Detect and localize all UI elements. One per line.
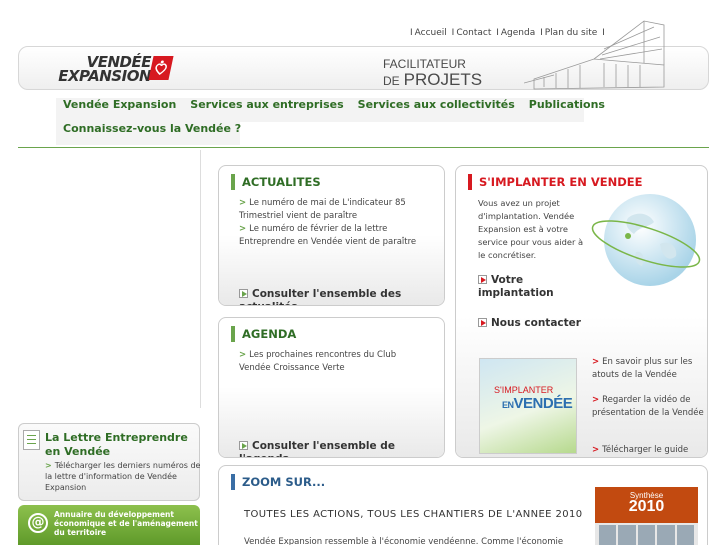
vendee-hearts-icon: [148, 56, 174, 80]
cover-text-1: S'IMPLANTER: [494, 385, 554, 395]
atouts-link[interactable]: > En savoir plus sur les atouts de la Ven…: [592, 356, 704, 382]
play-arrow-icon: [239, 289, 248, 298]
play-arrow-icon: [239, 441, 248, 450]
chevron-right-icon: >: [239, 198, 247, 208]
agenda-item-text: Les prochaines rencontres du Club Vendée…: [239, 350, 397, 373]
chevron-right-icon: >: [592, 445, 600, 455]
atouts-text: En savoir plus sur les atouts de la Vend…: [592, 357, 693, 380]
toplink-contact[interactable]: Contact: [456, 28, 491, 38]
play-arrow-icon: [478, 275, 487, 284]
at-sign-icon: @: [28, 513, 48, 533]
header-divider: [18, 147, 709, 148]
vendee-expansion-logo[interactable]: VENDÉE EXPANSION: [51, 53, 174, 85]
newsletter-icon: [23, 430, 40, 450]
chevron-right-icon: >: [239, 350, 247, 360]
actualite-item[interactable]: > Le numéro de mai de L'indicateur 85 Tri…: [239, 197, 429, 223]
synthese-year: 2010: [628, 498, 665, 515]
synthese-2010-cover[interactable]: Synthèse 2010: [595, 487, 698, 545]
guide-cover-image[interactable]: S'IMPLANTER ENVENDÉE: [479, 358, 577, 454]
logo-text-expansion: EXPANSION: [58, 67, 151, 85]
lettre-title: La Lettre Entreprendre en Vendée: [45, 431, 188, 458]
building-sketch-illustration: [524, 20, 665, 90]
nav-publications[interactable]: Publications: [522, 98, 612, 122]
tagline-de: DE: [383, 74, 400, 88]
telecharger-guide-link[interactable]: > Télécharger le guide: [592, 444, 704, 457]
nav-services-entreprises[interactable]: Services aux entreprises: [183, 98, 350, 122]
votre-implantation-text: Votre implantation: [478, 274, 554, 299]
consulter-actualites-link[interactable]: Consulter l'ensemble des actualités: [239, 288, 439, 305]
toplink-accueil[interactable]: Accueil: [415, 28, 447, 38]
votre-implantation-link[interactable]: Votre implantation: [478, 274, 598, 300]
consulter-agenda-text: Consulter l'ensemble de l'agenda: [239, 440, 395, 457]
annuaire-text: Annuaire du développement économique et …: [54, 510, 198, 537]
agenda-item[interactable]: > Les prochaines rencontres du Club Vendé…: [239, 349, 419, 375]
telecharger-guide-text: Télécharger le guide: [602, 445, 689, 455]
chevron-right-icon: >: [592, 395, 600, 405]
lettre-text: > Télécharger les derniers numéros de la …: [45, 460, 201, 493]
tagline: FACILITATEUR DE PROJETS: [383, 57, 513, 90]
video-link[interactable]: > Regarder la vidéo de présentation de la…: [592, 394, 706, 420]
actualites-title: ACTUALITES: [231, 174, 321, 190]
annuaire-banner[interactable]: @ Annuaire du développement économique e…: [18, 505, 200, 545]
chevron-right-icon: >: [592, 357, 600, 367]
agenda-box: AGENDA > Les prochaines rencontres du Clu…: [218, 317, 445, 458]
left-column-divider: [200, 150, 201, 408]
tagline-facilitateur: FACILITATEUR: [383, 57, 466, 71]
cover-text-vendee: VENDÉE: [513, 395, 573, 412]
zoom-text: Vendée Expansion ressemble à l'économie …: [244, 537, 564, 545]
consulter-agenda-link[interactable]: Consulter l'ensemble de l'agenda: [239, 440, 439, 457]
cover-text-en: EN: [502, 400, 514, 410]
nous-contacter-link[interactable]: Nous contacter: [478, 317, 598, 330]
agenda-title: AGENDA: [231, 326, 296, 342]
video-text: Regarder la vidéo de présentation de la …: [592, 395, 704, 418]
synthese-cover-header: Synthèse 2010: [595, 487, 698, 523]
implanter-box: S'IMPLANTER EN VENDEE Vous avez un proje…: [455, 165, 708, 458]
implanter-intro: Vous avez un projet d'implantation. Vend…: [478, 198, 584, 260]
consulter-actualites-text: Consulter l'ensemble des actualités: [239, 288, 402, 305]
lettre-download-link[interactable]: Télécharger les derniers numéros de la l…: [45, 461, 200, 492]
nous-contacter-text: Nous contacter: [491, 317, 581, 329]
zoom-title: ZOOM SUR...: [231, 474, 325, 490]
chevron-right-icon: >: [239, 224, 247, 234]
main-nav: Vendée Expansion Services aux entreprise…: [56, 98, 605, 145]
actualite-item-text: Le numéro de mai de L'indicateur 85 Trim…: [239, 198, 406, 221]
nav-vendee-expansion[interactable]: Vendée Expansion: [56, 98, 183, 122]
lettre-entreprendre-box[interactable]: La Lettre Entreprendre en Vendée > Téléch…: [18, 423, 200, 501]
actualites-box: ACTUALITES > Le numéro de mai de L'indica…: [218, 165, 445, 306]
header-banner: VENDÉE EXPANSION FACILITATEUR DE PROJETS: [18, 20, 709, 90]
play-arrow-icon: [478, 318, 487, 327]
synthese-photos: [599, 525, 695, 545]
zoom-headline[interactable]: TOUTES LES ACTIONS, TOUS LES CHANTIERS D…: [244, 508, 584, 521]
globe-icon: [591, 194, 701, 286]
nav-services-collectivites[interactable]: Services aux collectivités: [351, 98, 522, 122]
actualite-item[interactable]: > Le numéro de février de la lettre Entre…: [239, 223, 439, 249]
nav-connaissez-vous-la-vendee[interactable]: Connaissez-vous la Vendée ?: [56, 122, 248, 145]
tagline-projets: PROJETS: [403, 70, 483, 89]
nav-row: Vendée Expansion Services aux entreprise…: [56, 98, 605, 122]
nav-row-2: Connaissez-vous la Vendée ?: [56, 122, 241, 145]
actualite-item-text: Le numéro de février de la lettre Entrep…: [239, 224, 417, 247]
page: I Accueil I Contact I Agenda I Plan du site …: [0, 0, 727, 545]
chevron-right-icon: >: [45, 461, 52, 470]
